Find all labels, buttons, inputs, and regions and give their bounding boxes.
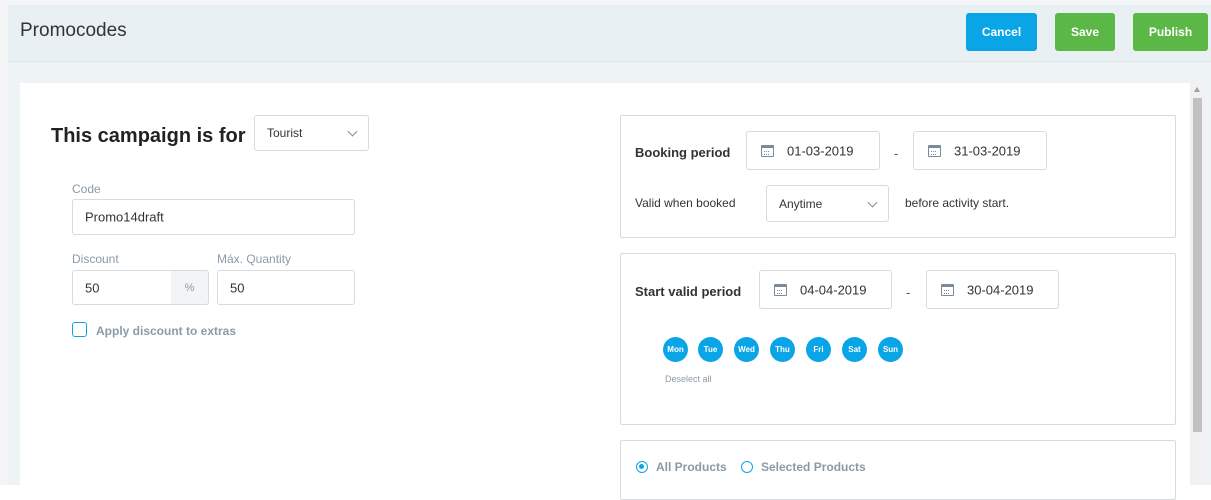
page-header: Promocodes Cancel Save Publish <box>8 5 1211 62</box>
day-toggle-mon[interactable]: Mon <box>663 337 688 362</box>
scroll-up-arrow-icon[interactable] <box>1194 87 1200 92</box>
day-toggle-sat[interactable]: Sat <box>842 337 867 362</box>
chevron-down-icon <box>867 197 878 208</box>
booking-end-date-input[interactable]: 31-03-2019 <box>913 131 1047 170</box>
date-separator: - <box>906 285 911 300</box>
max-quantity-input[interactable]: 50 <box>217 270 355 305</box>
page-title: Promocodes <box>20 20 127 41</box>
valid-when-booked-select[interactable]: Anytime <box>766 185 889 222</box>
code-value: Promo14draft <box>85 209 164 225</box>
selected-products-radio[interactable] <box>741 461 753 473</box>
valid-start-date-input[interactable]: 04-04-2019 <box>759 270 892 309</box>
booking-period-panel <box>620 115 1176 238</box>
booking-start-date: 01-03-2019 <box>787 143 854 158</box>
code-label: Code <box>72 182 101 196</box>
all-products-radio[interactable] <box>636 461 648 473</box>
campaign-audience-select[interactable]: Tourist <box>254 115 369 151</box>
calendar-icon <box>761 144 774 157</box>
start-valid-period-label: Start valid period <box>635 284 742 299</box>
valid-when-booked-label: Valid when booked <box>635 196 736 210</box>
calendar-icon <box>941 283 954 296</box>
day-toggle-thu[interactable]: Thu <box>770 337 795 362</box>
calendar-icon <box>928 144 941 157</box>
booking-period-label: Booking period <box>635 145 731 160</box>
max-quantity-value: 50 <box>230 280 245 295</box>
selected-products-label[interactable]: Selected Products <box>761 460 866 474</box>
valid-when-booked-value: Anytime <box>779 196 823 211</box>
code-input[interactable]: Promo14draft <box>72 199 355 235</box>
deselect-all-link[interactable]: Deselect all <box>665 374 712 384</box>
booking-start-date-input[interactable]: 01-03-2019 <box>746 131 880 170</box>
date-separator: - <box>894 146 899 161</box>
campaign-audience-label: This campaign is for <box>51 125 246 147</box>
day-toggle-sun[interactable]: Sun <box>878 337 903 362</box>
apply-extras-label[interactable]: Apply discount to extras <box>96 324 236 338</box>
discount-label: Discount <box>72 252 119 266</box>
calendar-icon <box>774 283 787 296</box>
booking-end-date: 31-03-2019 <box>954 143 1021 158</box>
campaign-audience-value: Tourist <box>267 126 303 140</box>
scrollbar[interactable] <box>1190 83 1205 485</box>
chevron-down-icon <box>347 126 358 137</box>
percent-addon: % <box>171 270 209 305</box>
valid-end-date-input[interactable]: 30-04-2019 <box>926 270 1059 309</box>
valid-end-date: 30-04-2019 <box>967 282 1034 297</box>
max-quantity-label: Máx. Quantity <box>217 252 292 266</box>
day-toggle-fri[interactable]: Fri <box>806 337 831 362</box>
apply-extras-checkbox[interactable] <box>72 322 87 337</box>
day-toggle-tue[interactable]: Tue <box>698 337 723 362</box>
before-activity-start-text: before activity start. <box>905 196 1010 210</box>
discount-value: 50 <box>85 280 100 295</box>
cancel-button[interactable]: Cancel <box>966 13 1037 51</box>
publish-button[interactable]: Publish <box>1133 13 1208 51</box>
valid-start-date: 04-04-2019 <box>800 282 867 297</box>
scrollbar-thumb[interactable] <box>1193 98 1202 432</box>
all-products-label[interactable]: All Products <box>656 460 727 474</box>
save-button[interactable]: Save <box>1055 13 1115 51</box>
day-toggle-wed[interactable]: Wed <box>734 337 759 362</box>
discount-input[interactable]: 50 <box>72 270 172 305</box>
